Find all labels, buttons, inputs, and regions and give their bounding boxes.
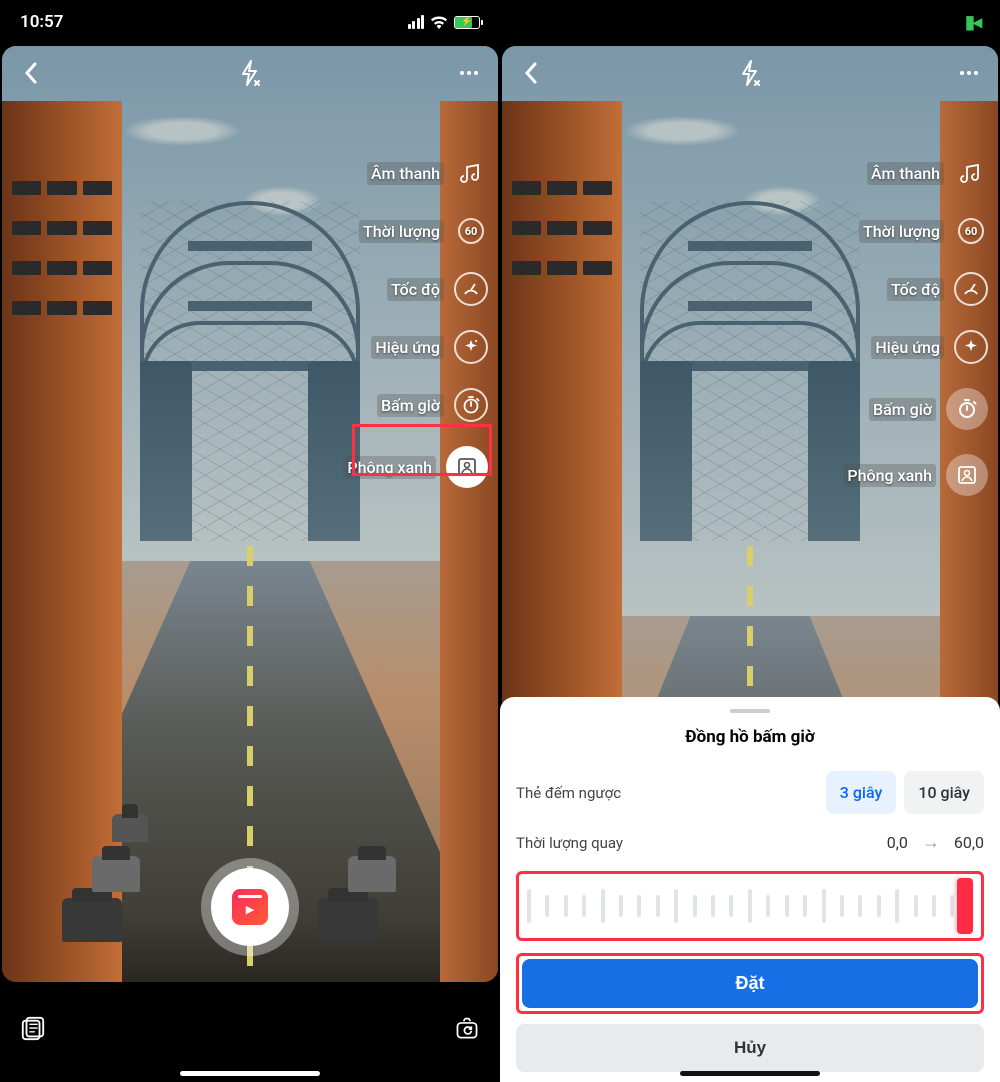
menu-effects[interactable]: Hiệu ứng <box>871 330 988 364</box>
side-menu: Âm thanh Thời lượng 60 Tốc độ Hiệu ứng <box>343 156 488 488</box>
camera-viewfinder: Âm thanh Thời lượng 60 Tốc độ Hiệu ứng <box>2 46 498 982</box>
right-screenshot: ▮◂ <box>500 0 1000 1082</box>
home-indicator <box>180 1071 320 1076</box>
menu-effects-label: Hiệu ứng <box>371 336 444 359</box>
effects-icon <box>454 330 488 364</box>
duration-from: 0,0 <box>887 833 908 852</box>
duration-slider[interactable] <box>516 871 984 941</box>
menu-duration[interactable]: Thời lượng 60 <box>359 214 488 248</box>
status-right: ⚡ <box>408 15 481 29</box>
menu-effects[interactable]: Hiệu ứng <box>371 330 488 364</box>
back-button[interactable] <box>518 60 544 86</box>
sheet-grabber[interactable] <box>730 709 770 713</box>
slider-ticks <box>527 886 973 926</box>
menu-sound[interactable]: Âm thanh <box>367 156 488 190</box>
timer-icon <box>454 388 488 422</box>
countdown-10s-option[interactable]: 10 giây <box>904 771 984 814</box>
menu-timer[interactable]: Bấm giờ <box>869 388 988 430</box>
duration-to: 60,0 <box>954 833 984 852</box>
flip-camera-button[interactable] <box>454 1016 480 1042</box>
highlight-set-button: Đặt <box>516 953 984 1014</box>
home-indicator <box>680 1071 820 1076</box>
set-button[interactable]: Đặt <box>522 959 978 1008</box>
menu-speed-label: Tốc độ <box>887 278 944 301</box>
menu-timer[interactable]: Bấm giờ <box>377 388 488 422</box>
menu-greenscreen[interactable]: Phông xanh <box>843 454 988 496</box>
gallery-button[interactable] <box>20 1016 46 1042</box>
menu-sound-label: Âm thanh <box>867 162 944 185</box>
more-button[interactable] <box>956 60 982 86</box>
duration-60-icon: 60 <box>954 214 988 248</box>
menu-timer-label: Bấm giờ <box>377 394 444 417</box>
countdown-label: Thẻ đếm ngược <box>516 784 621 802</box>
effects-icon <box>954 330 988 364</box>
music-icon <box>954 156 988 190</box>
music-icon <box>454 156 488 190</box>
countdown-3s-option[interactable]: 3 giây <box>826 771 897 814</box>
battery-charging-icon: ▮◂ <box>965 12 980 33</box>
record-button[interactable] <box>211 868 289 946</box>
greenscreen-icon <box>446 446 488 488</box>
back-button[interactable] <box>18 60 44 86</box>
menu-effects-label: Hiệu ứng <box>871 336 944 359</box>
arrow-right-icon: → <box>922 832 940 853</box>
menu-greenscreen-label: Phông xanh <box>343 456 436 479</box>
timer-sheet: Đồng hồ bấm giờ Thẻ đếm ngược 3 giây 10 … <box>500 697 1000 1082</box>
clock: 10:57 <box>20 12 63 32</box>
speed-icon <box>954 272 988 306</box>
recording-duration-label: Thời lượng quay <box>516 834 623 852</box>
speed-icon <box>454 272 488 306</box>
menu-greenscreen[interactable]: Phông xanh <box>343 446 488 488</box>
battery-icon: ⚡ <box>454 16 480 29</box>
greenscreen-icon <box>946 454 988 496</box>
wifi-icon <box>430 15 448 29</box>
menu-speed[interactable]: Tốc độ <box>887 272 988 306</box>
side-menu: Âm thanh Thời lượng 60 Tốc độ Hiệu ứng <box>843 156 988 496</box>
timer-icon <box>946 388 988 430</box>
menu-sound-label: Âm thanh <box>367 162 444 185</box>
menu-greenscreen-label: Phông xanh <box>843 464 936 487</box>
sheet-title: Đồng hồ bấm giờ <box>516 727 984 747</box>
flash-toggle[interactable] <box>237 60 263 86</box>
left-screenshot: 10:57 ⚡ <box>0 0 500 1082</box>
status-bar: ▮◂ <box>500 0 1000 44</box>
cellular-icon <box>408 15 425 29</box>
more-button[interactable] <box>456 60 482 86</box>
menu-sound[interactable]: Âm thanh <box>867 156 988 190</box>
menu-duration[interactable]: Thời lượng 60 <box>859 214 988 248</box>
menu-speed[interactable]: Tốc độ <box>387 272 488 306</box>
menu-timer-label: Bấm giờ <box>869 398 936 421</box>
menu-speed-label: Tốc độ <box>387 278 444 301</box>
cancel-button[interactable]: Hủy <box>516 1024 984 1072</box>
slider-handle[interactable] <box>957 878 973 934</box>
menu-duration-label: Thời lượng <box>859 220 944 243</box>
flash-toggle[interactable] <box>737 60 763 86</box>
reels-icon <box>232 889 268 925</box>
bottom-toolbar <box>0 986 500 1082</box>
duration-60-icon: 60 <box>454 214 488 248</box>
status-bar: 10:57 ⚡ <box>0 0 500 44</box>
menu-duration-label: Thời lượng <box>359 220 444 243</box>
